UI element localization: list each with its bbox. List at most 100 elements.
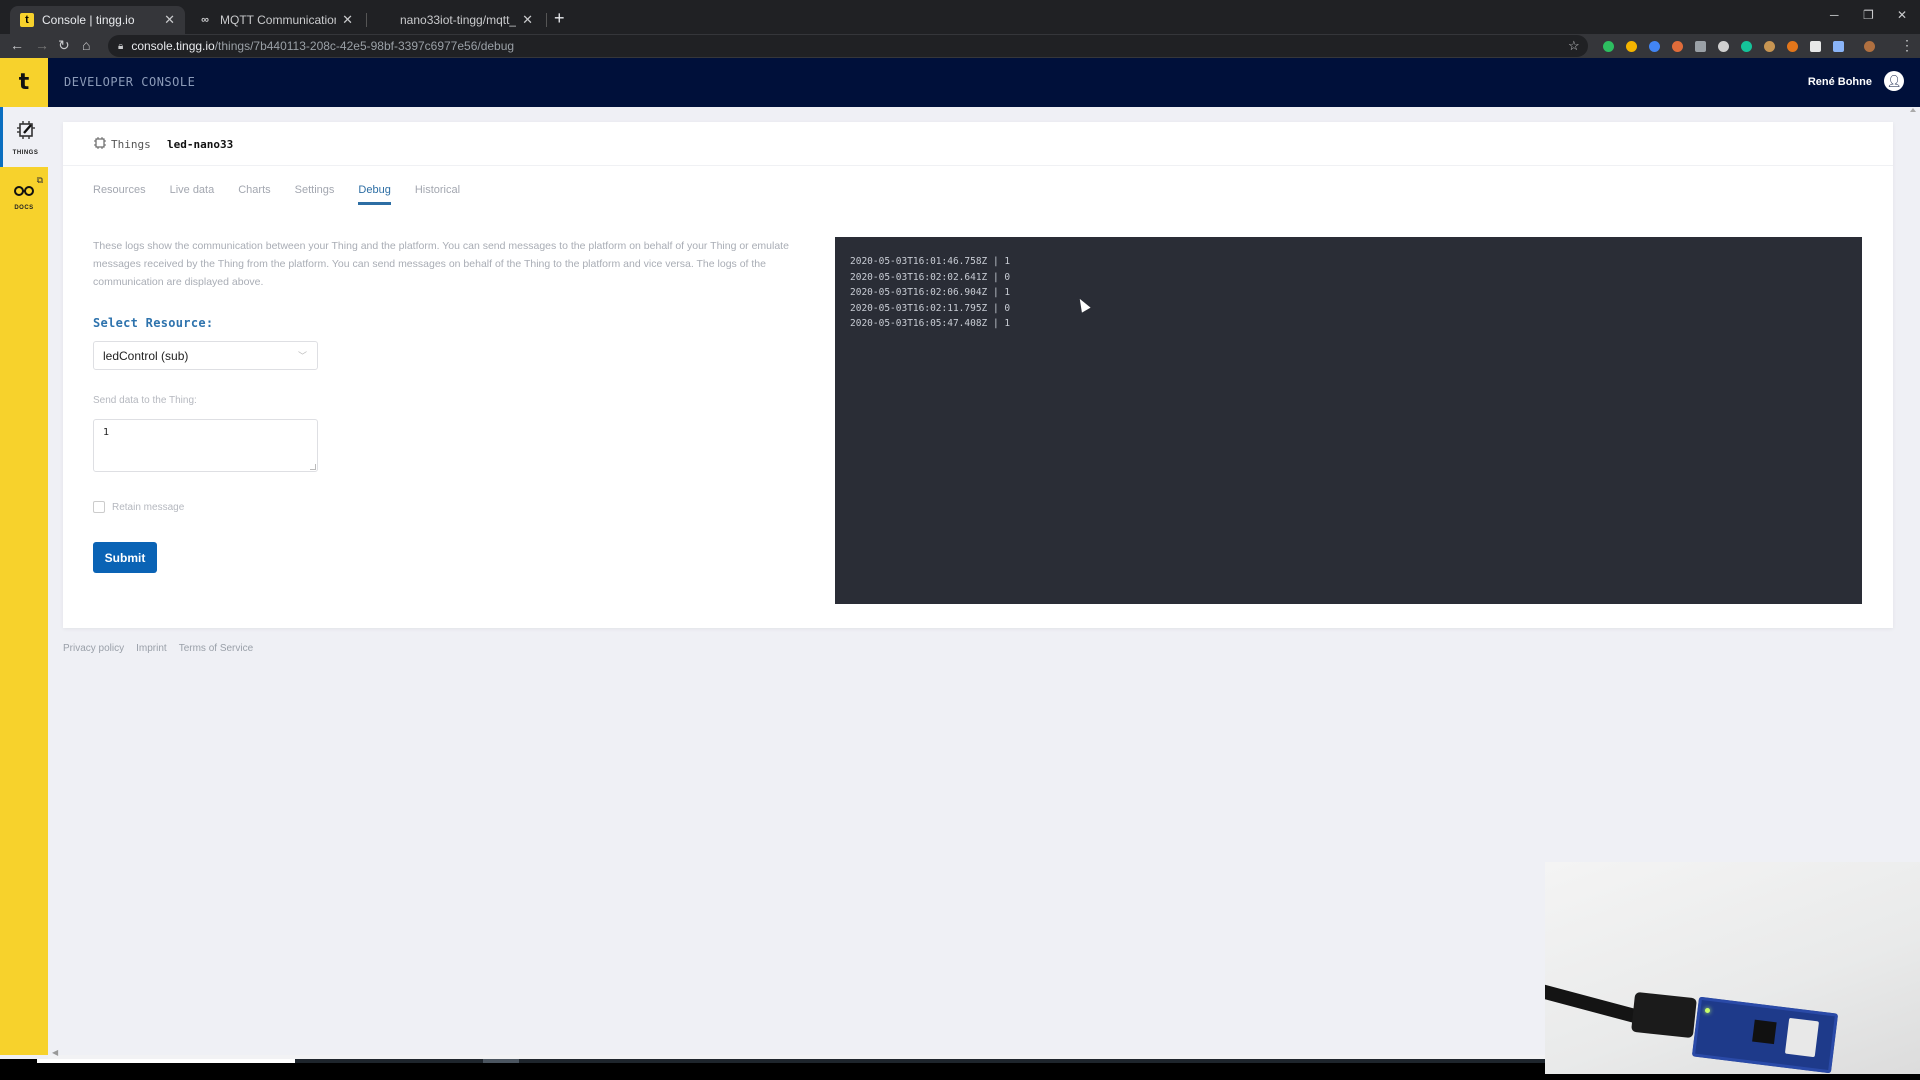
- tab-debug[interactable]: Debug: [358, 184, 391, 205]
- glasses-icon: [13, 185, 35, 201]
- led-image: [1705, 1008, 1710, 1013]
- sidebar-item-label: DOCS: [14, 205, 34, 211]
- cable-image: [1845, 862, 1920, 882]
- screenshot-icon[interactable]: [1695, 41, 1706, 52]
- usb-cable-image: [1545, 983, 1645, 1025]
- log-line: 2020-05-03T16:02:11.795Z | 0: [850, 302, 1011, 314]
- debug-description: These logs show the communication betwee…: [93, 240, 789, 288]
- user-name[interactable]: René Bohne: [1808, 76, 1872, 88]
- metamask-icon[interactable]: [1787, 41, 1798, 52]
- chevron-down-icon: ﹀: [297, 351, 307, 361]
- notion-icon[interactable]: [1810, 41, 1821, 52]
- app-title: DEVELOPER CONSOLE: [64, 75, 196, 89]
- terms-of-service-link[interactable]: Terms of Service: [179, 643, 253, 654]
- url-path: /things/7b440113-208c-42e5-98bf-3397c697…: [214, 39, 515, 53]
- usb-plug-image: [1631, 991, 1697, 1039]
- new-tab-button[interactable]: +: [554, 8, 565, 29]
- close-tab-icon[interactable]: ✕: [342, 12, 353, 28]
- sidebar-item-things[interactable]: THINGS: [0, 107, 48, 167]
- user-avatar-icon[interactable]: 👤︎: [1884, 71, 1904, 91]
- evernote-icon[interactable]: [1603, 41, 1614, 52]
- back-button[interactable]: ←: [10, 37, 24, 53]
- browser-menu-button[interactable]: ⋮: [1900, 37, 1914, 54]
- scroll-up-arrow-icon[interactable]: [1910, 108, 1916, 112]
- tab-charts[interactable]: Charts: [238, 184, 270, 205]
- close-tab-icon[interactable]: ✕: [522, 12, 533, 28]
- extension-icon[interactable]: [1672, 41, 1683, 52]
- imprint-link[interactable]: Imprint: [136, 643, 167, 654]
- address-bar[interactable]: 🔒︎ console.tingg.io /things/7b440113-208…: [108, 35, 1588, 57]
- log-line: 2020-05-03T16:01:46.758Z | 1: [850, 256, 1011, 267]
- github-icon: [378, 13, 392, 27]
- tab-resources[interactable]: Resources: [93, 184, 146, 205]
- sidebar-item-label: THINGS: [12, 149, 39, 156]
- breadcrumb-things-link[interactable]: Things: [111, 138, 151, 151]
- lock-icon: 🔒︎: [118, 40, 124, 52]
- tab-live-data[interactable]: Live data: [170, 184, 215, 205]
- screen: t Console | tingg.io ✕ ∞ MQTT Communicat…: [0, 0, 1920, 1080]
- thing-detail-card: Things led-nano33 Resources Live data Ch…: [63, 122, 1893, 628]
- profile-avatar[interactable]: [1864, 41, 1875, 52]
- url-host: console.tingg.io: [131, 39, 215, 53]
- tingg-logo[interactable]: t: [0, 58, 48, 107]
- browser-tab-title: nano33iot-tingg/mqtt_nano33_l: [400, 13, 517, 27]
- scrollbar-marker: [483, 1059, 519, 1063]
- extension-icon[interactable]: [1764, 41, 1775, 52]
- footer-links: Privacy policy Imprint Terms of Service: [63, 643, 253, 654]
- reload-button[interactable]: ↻: [58, 37, 70, 54]
- color-picker-icon[interactable]: [1649, 41, 1660, 52]
- tab-historical[interactable]: Historical: [415, 184, 460, 205]
- record-icon[interactable]: [1718, 41, 1729, 52]
- privacy-policy-link[interactable]: Privacy policy: [63, 643, 124, 654]
- resource-select[interactable]: ledControl (sub) ﹀: [93, 341, 318, 370]
- breadcrumb-current: led-nano33: [167, 138, 234, 151]
- breadcrumb: Things led-nano33: [63, 122, 1893, 166]
- send-data-input[interactable]: [93, 419, 318, 472]
- home-button[interactable]: ⌂: [82, 37, 90, 53]
- google-drive-icon[interactable]: [1626, 41, 1637, 52]
- sidebar: THINGS ⧉ DOCS: [0, 107, 48, 1055]
- scroll-left-arrow-icon[interactable]: ◀: [52, 1048, 58, 1057]
- forward-button[interactable]: →: [35, 37, 49, 53]
- browser-tab-title: MQTT Communication With the: [220, 13, 337, 27]
- log-line: 2020-05-03T16:02:02.641Z | 0: [850, 271, 1011, 283]
- log-lines: 2020-05-03T16:01:46.758Z | 1 2020-05-03T1…: [850, 254, 1847, 332]
- minimize-window-button[interactable]: ─: [1830, 8, 1839, 22]
- browser-tab-console[interactable]: t Console | tingg.io ✕: [10, 6, 185, 34]
- sidebar-item-docs[interactable]: ⧉ DOCS: [0, 173, 48, 223]
- scrollbar-thumb[interactable]: [37, 1059, 295, 1063]
- browser-tab-title: Console | tingg.io: [42, 13, 135, 27]
- bookmark-star-icon[interactable]: ☆: [1568, 38, 1580, 54]
- tab-separator: [366, 13, 367, 27]
- chip-image: [1752, 1019, 1777, 1045]
- docs-icon[interactable]: [1833, 41, 1844, 52]
- retain-message-label: Retain message: [112, 501, 185, 513]
- select-resource-label: Select Resource:: [93, 316, 214, 330]
- wifi-module-image: [1784, 1017, 1820, 1058]
- webcam-overlay: [1545, 862, 1920, 1074]
- browser-toolbar: ← → ↻ ⌂ 🔒︎ console.tingg.io /things/7b44…: [0, 34, 1920, 58]
- browser-tab-mqtt[interactable]: ∞ MQTT Communication With the ✕: [188, 6, 363, 34]
- tingg-favicon-icon: t: [20, 13, 34, 27]
- restore-window-button[interactable]: ❐: [1863, 8, 1874, 22]
- external-link-icon: ⧉: [36, 175, 43, 185]
- tab-separator: [546, 13, 547, 27]
- resource-select-value: ledControl (sub): [103, 348, 189, 363]
- submit-button[interactable]: Submit: [93, 542, 157, 573]
- things-icon: [15, 119, 37, 146]
- close-window-button[interactable]: ✕: [1897, 8, 1907, 22]
- close-tab-icon[interactable]: ✕: [164, 12, 175, 28]
- browser-tab-github[interactable]: nano33iot-tingg/mqtt_nano33_l ✕: [368, 6, 543, 34]
- grammarly-icon[interactable]: [1741, 41, 1752, 52]
- app-header: t DEVELOPER CONSOLE René Bohne 👤︎: [0, 58, 1920, 107]
- thing-tabs: Resources Live data Charts Settings Debu…: [93, 184, 484, 205]
- resize-grip-icon[interactable]: [310, 464, 316, 470]
- tab-settings[interactable]: Settings: [295, 184, 335, 205]
- log-line: 2020-05-03T16:02:06.904Z | 1: [850, 287, 1011, 298]
- arduino-board-image: [1691, 996, 1839, 1074]
- log-line: 2020-05-03T16:05:47.408Z | 1: [850, 318, 1011, 329]
- browser-tab-strip: t Console | tingg.io ✕ ∞ MQTT Communicat…: [0, 0, 1920, 34]
- chip-icon: [93, 136, 107, 153]
- retain-message-checkbox[interactable]: [93, 501, 105, 513]
- retain-message-option[interactable]: Retain message: [93, 501, 184, 513]
